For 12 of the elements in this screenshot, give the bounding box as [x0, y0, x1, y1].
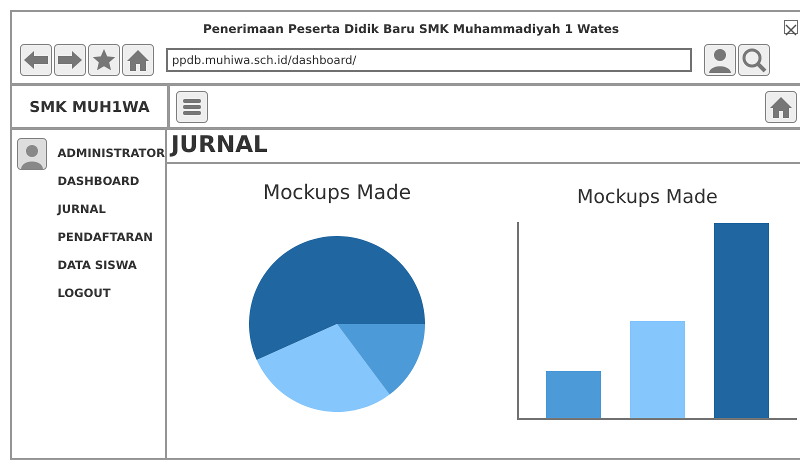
page-heading: JURNAL: [167, 130, 800, 164]
chart-title: Mockups Made: [262, 180, 412, 204]
sidebar-item[interactable]: DASHBOARD: [57, 174, 165, 202]
sidebar-item[interactable]: LOGOUT: [57, 286, 165, 314]
sidebar-item[interactable]: PENDAFTARAN: [57, 230, 165, 258]
brand-title: SMK MUH1WA: [12, 86, 170, 127]
url-field[interactable]: ppdb.muhiwa.sch.id/dashboard/: [166, 48, 692, 72]
user-name: ADMINISTRATOR: [57, 146, 165, 162]
sidebar-item[interactable]: JURNAL: [57, 202, 165, 230]
window-title: Penerimaan Peserta Didik Baru SMK Muhammadiyah 1 Wates: [202, 21, 620, 38]
chart-title: Mockups Made: [577, 186, 718, 208]
sidebar-item[interactable]: DATA SISWA: [57, 258, 165, 286]
